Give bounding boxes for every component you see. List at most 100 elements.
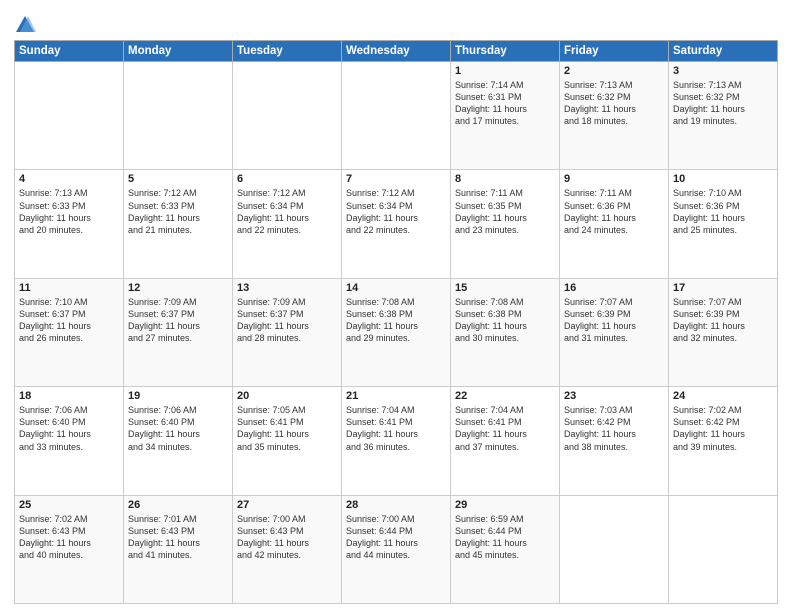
day-cell: 7 Sunrise: 7:12 AM Sunset: 6:34 PM Daylig…: [342, 170, 451, 278]
day-number: 19: [128, 390, 228, 402]
day-info: Sunrise: 7:00 AM Sunset: 6:44 PM Dayligh…: [346, 513, 446, 562]
week-row-0: 1 Sunrise: 7:14 AM Sunset: 6:31 PM Daylig…: [15, 62, 778, 170]
day-number: 15: [455, 282, 555, 294]
day-cell: 22 Sunrise: 7:04 AM Sunset: 6:41 PM Dayli…: [451, 387, 560, 495]
day-number: 13: [237, 282, 337, 294]
day-cell: [560, 495, 669, 603]
day-cell: 3Sunrise: 7:13 AM Sunset: 6:32 PM Daylig…: [669, 62, 778, 170]
day-info: Sunrise: 7:09 AM Sunset: 6:37 PM Dayligh…: [128, 296, 228, 345]
day-cell: 20 Sunrise: 7:05 AM Sunset: 6:41 PM Dayli…: [233, 387, 342, 495]
day-info: Sunrise: 7:13 AM Sunset: 6:32 PM Dayligh…: [564, 79, 664, 128]
day-info: Sunrise: 6:59 AM Sunset: 6:44 PM Dayligh…: [455, 513, 555, 562]
day-cell: 28 Sunrise: 7:00 AM Sunset: 6:44 PM Dayli…: [342, 495, 451, 603]
day-number: 20: [237, 390, 337, 402]
col-header-thursday: Thursday: [451, 41, 560, 62]
day-info: Sunrise: 7:10 AM Sunset: 6:37 PM Dayligh…: [19, 296, 119, 345]
day-cell: 23 Sunrise: 7:03 AM Sunset: 6:42 PM Dayli…: [560, 387, 669, 495]
day-number: 22: [455, 390, 555, 402]
col-header-tuesday: Tuesday: [233, 41, 342, 62]
day-number: 4: [19, 173, 119, 185]
col-header-wednesday: Wednesday: [342, 41, 451, 62]
day-number: 2: [564, 65, 664, 77]
day-cell: 5 Sunrise: 7:12 AM Sunset: 6:33 PM Daylig…: [124, 170, 233, 278]
day-info: Sunrise: 7:03 AM Sunset: 6:42 PM Dayligh…: [564, 404, 664, 453]
day-info: Sunrise: 7:09 AM Sunset: 6:37 PM Dayligh…: [237, 296, 337, 345]
day-cell: 15Sunrise: 7:08 AM Sunset: 6:38 PM Dayli…: [451, 278, 560, 386]
day-cell: [124, 62, 233, 170]
day-cell: 21 Sunrise: 7:04 AM Sunset: 6:41 PM Dayli…: [342, 387, 451, 495]
day-cell: 27 Sunrise: 7:00 AM Sunset: 6:43 PM Dayli…: [233, 495, 342, 603]
day-number: 14: [346, 282, 446, 294]
day-cell: 6 Sunrise: 7:12 AM Sunset: 6:34 PM Daylig…: [233, 170, 342, 278]
day-number: 5: [128, 173, 228, 185]
day-info: Sunrise: 7:07 AM Sunset: 6:39 PM Dayligh…: [564, 296, 664, 345]
day-cell: 19 Sunrise: 7:06 AM Sunset: 6:40 PM Dayli…: [124, 387, 233, 495]
day-cell: 13 Sunrise: 7:09 AM Sunset: 6:37 PM Dayli…: [233, 278, 342, 386]
day-info: Sunrise: 7:06 AM Sunset: 6:40 PM Dayligh…: [19, 404, 119, 453]
day-info: Sunrise: 7:10 AM Sunset: 6:36 PM Dayligh…: [673, 187, 773, 236]
day-info: Sunrise: 7:02 AM Sunset: 6:43 PM Dayligh…: [19, 513, 119, 562]
col-header-monday: Monday: [124, 41, 233, 62]
header-row: SundayMondayTuesdayWednesdayThursdayFrid…: [15, 41, 778, 62]
day-cell: 26 Sunrise: 7:01 AM Sunset: 6:43 PM Dayli…: [124, 495, 233, 603]
week-row-2: 11 Sunrise: 7:10 AM Sunset: 6:37 PM Dayli…: [15, 278, 778, 386]
day-info: Sunrise: 7:00 AM Sunset: 6:43 PM Dayligh…: [237, 513, 337, 562]
day-number: 6: [237, 173, 337, 185]
day-number: 11: [19, 282, 119, 294]
day-cell: 25 Sunrise: 7:02 AM Sunset: 6:43 PM Dayli…: [15, 495, 124, 603]
day-info: Sunrise: 7:05 AM Sunset: 6:41 PM Dayligh…: [237, 404, 337, 453]
day-cell: [15, 62, 124, 170]
day-info: Sunrise: 7:06 AM Sunset: 6:40 PM Dayligh…: [128, 404, 228, 453]
day-cell: 11 Sunrise: 7:10 AM Sunset: 6:37 PM Dayli…: [15, 278, 124, 386]
day-number: 24: [673, 390, 773, 402]
week-row-1: 4 Sunrise: 7:13 AM Sunset: 6:33 PM Daylig…: [15, 170, 778, 278]
day-number: 16: [564, 282, 664, 294]
day-number: 23: [564, 390, 664, 402]
day-info: Sunrise: 7:02 AM Sunset: 6:42 PM Dayligh…: [673, 404, 773, 453]
day-cell: 1 Sunrise: 7:14 AM Sunset: 6:31 PM Daylig…: [451, 62, 560, 170]
day-number: 9: [564, 173, 664, 185]
day-cell: 18 Sunrise: 7:06 AM Sunset: 6:40 PM Dayli…: [15, 387, 124, 495]
col-header-saturday: Saturday: [669, 41, 778, 62]
col-header-sunday: Sunday: [15, 41, 124, 62]
day-cell: 24 Sunrise: 7:02 AM Sunset: 6:42 PM Dayli…: [669, 387, 778, 495]
day-info: Sunrise: 7:11 AM Sunset: 6:36 PM Dayligh…: [564, 187, 664, 236]
day-number: 26: [128, 499, 228, 511]
calendar: SundayMondayTuesdayWednesdayThursdayFrid…: [14, 40, 778, 604]
day-number: 25: [19, 499, 119, 511]
col-header-friday: Friday: [560, 41, 669, 62]
day-number: 21: [346, 390, 446, 402]
week-row-4: 25 Sunrise: 7:02 AM Sunset: 6:43 PM Dayli…: [15, 495, 778, 603]
day-info: Sunrise: 7:01 AM Sunset: 6:43 PM Dayligh…: [128, 513, 228, 562]
logo: [14, 14, 39, 36]
page: SundayMondayTuesdayWednesdayThursdayFrid…: [0, 0, 792, 612]
logo-icon: [14, 14, 36, 36]
day-info: Sunrise: 7:12 AM Sunset: 6:34 PM Dayligh…: [237, 187, 337, 236]
day-cell: 12Sunrise: 7:09 AM Sunset: 6:37 PM Dayli…: [124, 278, 233, 386]
week-row-3: 18 Sunrise: 7:06 AM Sunset: 6:40 PM Dayli…: [15, 387, 778, 495]
day-info: Sunrise: 7:04 AM Sunset: 6:41 PM Dayligh…: [455, 404, 555, 453]
day-number: 8: [455, 173, 555, 185]
day-number: 3: [673, 65, 773, 77]
day-cell: 8Sunrise: 7:11 AM Sunset: 6:35 PM Daylig…: [451, 170, 560, 278]
day-cell: 2 Sunrise: 7:13 AM Sunset: 6:32 PM Daylig…: [560, 62, 669, 170]
day-number: 18: [19, 390, 119, 402]
day-cell: [233, 62, 342, 170]
day-cell: 4 Sunrise: 7:13 AM Sunset: 6:33 PM Daylig…: [15, 170, 124, 278]
day-info: Sunrise: 7:04 AM Sunset: 6:41 PM Dayligh…: [346, 404, 446, 453]
day-info: Sunrise: 7:08 AM Sunset: 6:38 PM Dayligh…: [346, 296, 446, 345]
header: [14, 10, 778, 36]
day-info: Sunrise: 7:12 AM Sunset: 6:34 PM Dayligh…: [346, 187, 446, 236]
day-cell: 29 Sunrise: 6:59 AM Sunset: 6:44 PM Dayli…: [451, 495, 560, 603]
day-info: Sunrise: 7:12 AM Sunset: 6:33 PM Dayligh…: [128, 187, 228, 236]
day-cell: [669, 495, 778, 603]
day-number: 7: [346, 173, 446, 185]
day-number: 1: [455, 65, 555, 77]
day-number: 27: [237, 499, 337, 511]
day-number: 29: [455, 499, 555, 511]
day-cell: 16 Sunrise: 7:07 AM Sunset: 6:39 PM Dayli…: [560, 278, 669, 386]
day-info: Sunrise: 7:14 AM Sunset: 6:31 PM Dayligh…: [455, 79, 555, 128]
day-number: 28: [346, 499, 446, 511]
day-info: Sunrise: 7:07 AM Sunset: 6:39 PM Dayligh…: [673, 296, 773, 345]
day-info: Sunrise: 7:13 AM Sunset: 6:33 PM Dayligh…: [19, 187, 119, 236]
